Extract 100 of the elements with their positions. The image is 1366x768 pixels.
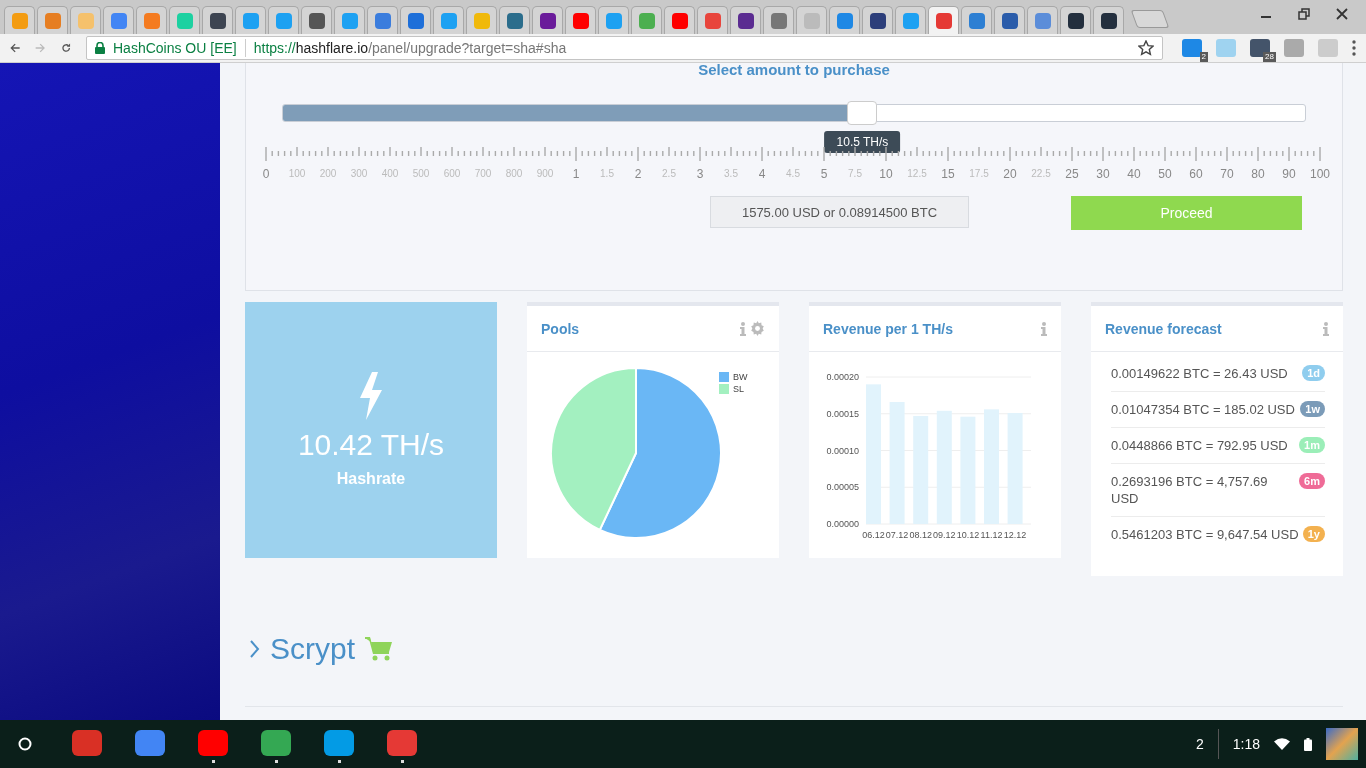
forecast-amount: 0.2693196 BTC = 4,757.69 USD [1111,473,1269,507]
scale-label: 3.5 [724,168,738,179]
scale-label: 400 [381,168,399,179]
scale-label: 7.5 [848,168,862,179]
clock[interactable]: 1:18 [1232,736,1260,752]
scale-label: 100 [1310,167,1330,181]
new-tab-button[interactable] [1130,10,1170,28]
app-icon[interactable] [261,729,291,756]
shelf-app-button[interactable] [261,729,291,763]
axis-category-label: 10.12 [956,530,980,540]
address-field[interactable]: HashCoins OU [EE] https://hashflare.io/panel/upgrade?target=sha#sha [86,36,1163,60]
app-icon[interactable] [387,729,417,756]
info-icon[interactable] [1041,321,1047,336]
restore-icon[interactable] [1298,8,1310,20]
axis-tick-label: 0.00010 [826,445,859,456]
browser-tab[interactable] [301,6,332,34]
forecast-amount: 0.01047354 BTC = 185.02 USD [1111,401,1295,418]
scale-label: 25 [1065,167,1079,181]
shelf-app-button[interactable] [324,729,354,763]
scale-label: 22.5 [1031,168,1051,179]
legend-label: BW [733,372,748,382]
hashrate-value: 10.42 TH/s [297,428,445,462]
section-heading: Select amount to purchase [697,63,891,77]
menu-icon[interactable] [1352,40,1356,56]
scale-label: 100 [288,168,306,179]
scale-label: 3 [696,167,704,181]
axis-category-label: 12.12 [1003,530,1027,540]
axis-tick-label: 0.00000 [826,519,859,529]
period-badge: 1m [1299,437,1325,453]
period-badge: 1y [1302,526,1325,542]
scale-label: 1 [572,167,580,181]
browser-tab[interactable] [532,6,563,34]
scale-label: 90 [1282,167,1296,181]
scale-label: 4 [758,167,766,181]
scale-label: 17.5 [969,168,989,179]
browser-tab[interactable] [730,6,761,34]
scale-label: 40 [1127,167,1141,181]
axis-category-label: 08.12 [909,530,932,540]
forecast-amount: 0.0448866 BTC = 792.95 USD [1111,437,1288,454]
app-icon[interactable] [135,729,165,756]
extension-badge: 28 [1263,52,1276,62]
chevron-right-icon[interactable] [250,639,260,659]
card-title: Revenue per 1 TH/s [823,320,953,337]
bookmark-star-icon[interactable] [1138,40,1154,56]
notification-count[interactable]: 2 [1195,736,1204,752]
avatar[interactable] [1326,728,1358,760]
extension-icon[interactable] [1182,39,1202,57]
app-icon[interactable] [198,729,228,756]
lightning-icon [358,372,384,420]
scale-label: 30 [1096,167,1110,181]
scale-label: 80 [1251,167,1265,181]
scale-label: 0 [262,167,270,181]
browser-tab[interactable] [1060,6,1091,34]
battery-icon[interactable] [1304,737,1312,751]
launcher-icon[interactable] [18,737,32,751]
scale-label: 60 [1189,167,1203,181]
scale-label: 500 [412,168,430,179]
slider-handle[interactable] [847,101,878,125]
scale-label: 800 [505,168,523,179]
scale-label: 300 [350,168,368,179]
browser-tab[interactable] [994,6,1025,34]
info-icon[interactable] [740,321,746,336]
scale-label: 12.5 [907,168,927,179]
scale-label: 70 [1220,167,1234,181]
app-icon[interactable] [72,729,102,756]
app-icon[interactable] [324,729,354,756]
price-display: 1575.00 USD or 0.08914500 BTC [710,196,969,228]
period-badge: 6m [1299,473,1325,489]
lock-icon [95,42,105,54]
scale-label: 15 [941,167,955,181]
shelf-app-button[interactable] [387,729,417,763]
url-text: https://hashflare.io/panel/upgrade?target=sha#sha [253,40,567,56]
axis-category-label: 07.12 [885,530,909,540]
close-icon[interactable] [1336,8,1348,20]
period-badge: 1d [1302,365,1325,381]
axis-category-label: 06.12 [862,530,885,540]
site-identity: HashCoins OU [EE] [113,40,237,56]
legend-label: SL [733,384,744,394]
scale-label: 200 [319,168,337,179]
browser-tab[interactable] [862,6,893,34]
card-title: Revenue forecast [1105,320,1222,337]
axis-tick-label: 0.00020 [826,372,859,382]
forecast-amount: 0.00149622 BTC = 26.43 USD [1111,365,1288,382]
scale-label: 50 [1158,167,1172,181]
scale-label: 20 [1003,167,1017,181]
scale-label: 600 [443,168,461,179]
forecast-amount: 0.5461203 BTC = 9,647.54 USD [1111,526,1299,543]
browser-tab[interactable] [202,6,233,34]
wifi-icon[interactable] [1274,738,1290,750]
scale-label: 2.5 [662,168,676,179]
browser-tab[interactable] [1093,6,1124,34]
info-icon[interactable] [1323,321,1329,336]
shelf-app-button[interactable] [198,729,228,763]
settings-icon[interactable] [750,321,765,336]
cart-icon[interactable] [365,637,394,661]
axis-category-label: 11.12 [980,530,1003,540]
scale-label: 700 [474,168,492,179]
scale-label: 2 [634,167,642,181]
axis-tick-label: 0.00005 [826,482,859,493]
scale-label: 900 [536,168,554,179]
